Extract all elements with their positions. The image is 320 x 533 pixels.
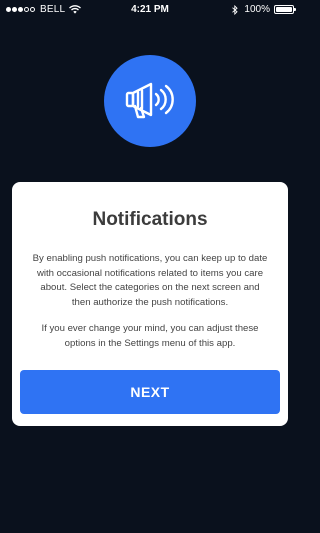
battery-percentage: 100% [244, 4, 270, 15]
battery-icon [274, 5, 296, 14]
notifications-screen: BELL 4:21 PM 100% Notifications By enabl… [0, 0, 300, 533]
bluetooth-icon [232, 4, 244, 15]
dialog-body: By enabling push notifications, you can … [30, 252, 270, 363]
notifications-dialog: Notifications By enabling push notificat… [12, 182, 288, 426]
status-right: 100% [232, 4, 296, 15]
next-button[interactable]: NEXT [20, 370, 280, 414]
status-bar: BELL 4:21 PM 100% [0, 0, 300, 20]
megaphone-icon-badge [104, 55, 196, 147]
dialog-paragraph-2: If you ever change your mind, you can ad… [41, 323, 259, 349]
dialog-title: Notifications [92, 209, 208, 230]
dialog-paragraph-1: By enabling push notifications, you can … [32, 253, 268, 308]
megaphone-icon [125, 82, 174, 119]
